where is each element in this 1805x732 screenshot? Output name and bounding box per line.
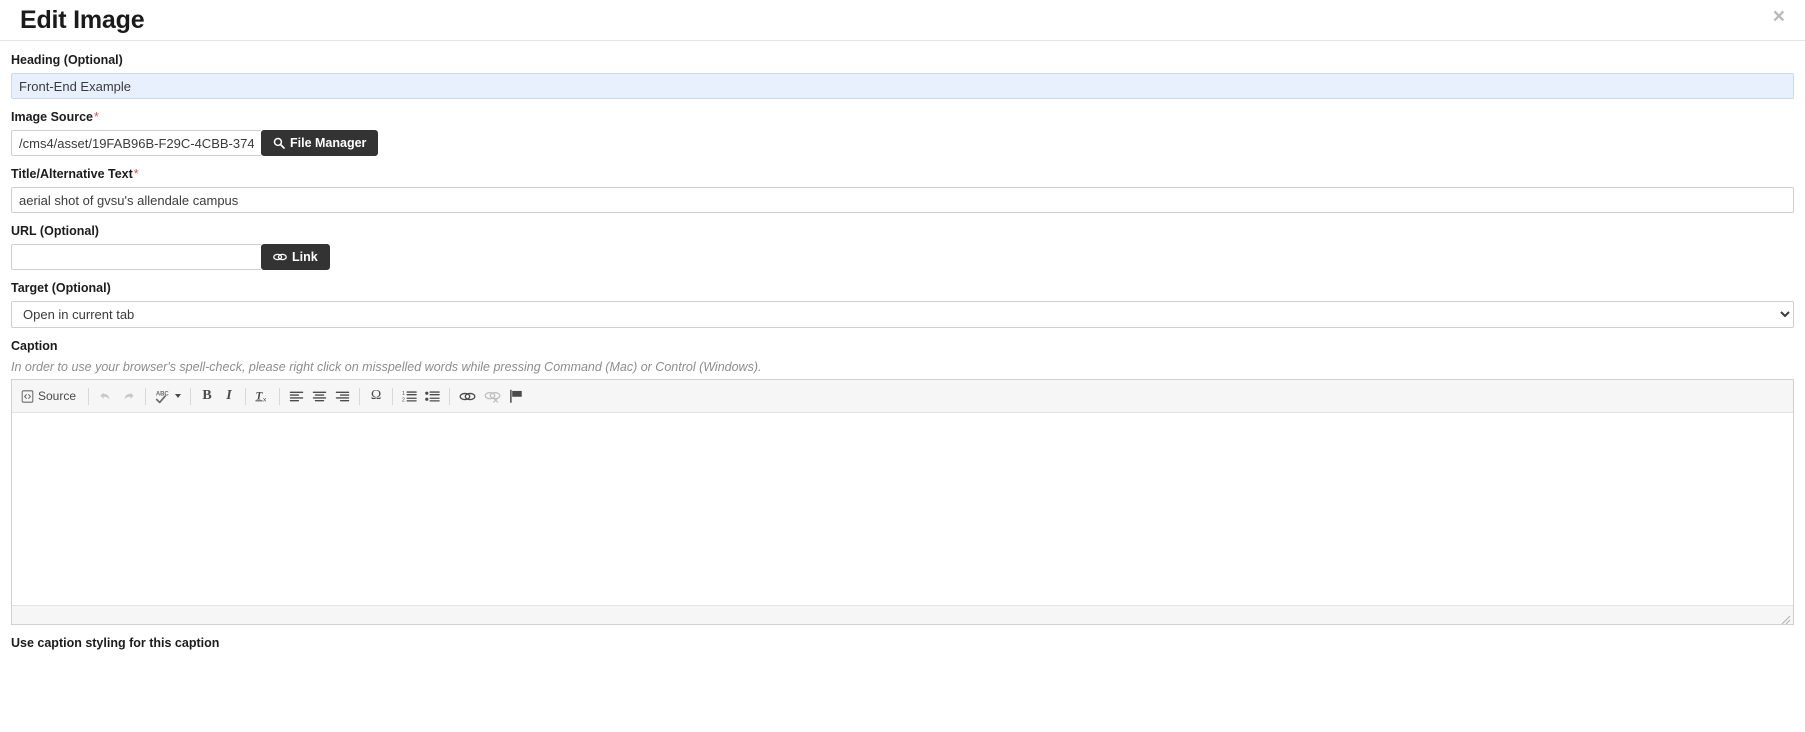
special-char-button[interactable]: Ω bbox=[365, 385, 387, 407]
image-source-label-text: Image Source bbox=[11, 110, 93, 124]
link-icon bbox=[273, 251, 287, 263]
svg-text:ABC: ABC bbox=[156, 391, 170, 397]
caption-help-text: In order to use your browser's spell-che… bbox=[11, 359, 1794, 375]
bulleted-list-icon bbox=[425, 389, 440, 403]
caption-editor-body[interactable] bbox=[12, 413, 1793, 605]
italic-button[interactable]: I bbox=[218, 385, 240, 407]
file-manager-button[interactable]: File Manager bbox=[261, 130, 378, 156]
toolbar-separator bbox=[392, 388, 393, 405]
dialog-body: Heading (Optional) Image Source* File Ma… bbox=[0, 41, 1805, 650]
toolbar-separator bbox=[449, 388, 450, 405]
bold-button[interactable]: B bbox=[196, 385, 218, 407]
heading-label: Heading (Optional) bbox=[11, 53, 1794, 68]
target-label: Target (Optional) bbox=[11, 281, 1794, 296]
source-button[interactable]: Source bbox=[16, 385, 83, 407]
toolbar-separator bbox=[359, 388, 360, 405]
undo-button[interactable] bbox=[94, 385, 117, 407]
spellcheck-button[interactable]: ABC bbox=[151, 385, 185, 407]
align-right-button[interactable] bbox=[331, 385, 354, 407]
toolbar-separator bbox=[145, 388, 146, 405]
close-icon[interactable]: × bbox=[1769, 4, 1789, 29]
svg-text:1: 1 bbox=[402, 391, 405, 397]
toolbar-separator bbox=[279, 388, 280, 405]
align-left-button[interactable] bbox=[285, 385, 308, 407]
image-source-input-group: File Manager bbox=[11, 130, 1794, 156]
bold-icon: B bbox=[202, 388, 211, 404]
dialog-header: Edit Image × bbox=[0, 0, 1805, 41]
toolbar-separator bbox=[88, 388, 89, 405]
italic-icon: I bbox=[226, 388, 231, 404]
target-field-group: Target (Optional) Open in current tab Op… bbox=[11, 281, 1794, 328]
flag-icon bbox=[509, 389, 524, 403]
heading-field-group: Heading (Optional) bbox=[11, 53, 1794, 99]
alt-text-label-text: Title/Alternative Text bbox=[11, 167, 133, 181]
page-title: Edit Image bbox=[20, 8, 144, 33]
chain-icon bbox=[459, 390, 476, 403]
toolbar-group-spellcheck: ABC bbox=[151, 385, 185, 407]
url-input-group: Link bbox=[11, 244, 1794, 270]
bulleted-list-button[interactable] bbox=[421, 385, 444, 407]
remove-format-button[interactable]: T x bbox=[251, 385, 274, 407]
alt-text-label: Title/Alternative Text* bbox=[11, 167, 1794, 182]
toolbar-separator bbox=[190, 388, 191, 405]
anchor-button[interactable] bbox=[505, 385, 528, 407]
editor-status-bar bbox=[12, 605, 1793, 624]
chevron-down-icon bbox=[175, 394, 181, 398]
align-right-icon bbox=[335, 390, 350, 403]
omega-icon: Ω bbox=[371, 389, 381, 403]
undo-icon bbox=[98, 389, 113, 404]
search-icon bbox=[273, 137, 285, 149]
caption-field-group: Caption In order to use your browser's s… bbox=[11, 339, 1794, 625]
redo-icon bbox=[121, 389, 136, 404]
toolbar-group-basic-styles: B I bbox=[196, 385, 240, 407]
toolbar-group-undo bbox=[94, 385, 140, 407]
caption-styling-label: Use caption styling for this caption bbox=[11, 636, 1794, 650]
editor-link-button[interactable] bbox=[455, 385, 480, 407]
resize-handle-icon[interactable] bbox=[1781, 612, 1791, 622]
caption-rich-text-editor: Source bbox=[11, 379, 1794, 625]
required-marker: * bbox=[133, 167, 139, 181]
editor-toolbar: Source bbox=[12, 380, 1793, 413]
redo-button[interactable] bbox=[117, 385, 140, 407]
align-center-icon bbox=[312, 390, 327, 403]
image-source-input[interactable] bbox=[11, 130, 261, 156]
file-manager-button-label: File Manager bbox=[290, 136, 366, 150]
toolbar-group-document: Source bbox=[16, 385, 83, 407]
source-button-label: Source bbox=[38, 389, 76, 403]
caption-label: Caption bbox=[11, 339, 1794, 354]
toolbar-group-lists: 1 2 bbox=[398, 385, 444, 407]
svg-text:2: 2 bbox=[402, 398, 405, 403]
required-marker: * bbox=[93, 110, 99, 124]
toolbar-group-special-char: Ω bbox=[365, 385, 387, 407]
toolbar-separator bbox=[245, 388, 246, 405]
url-field-group: URL (Optional) Link bbox=[11, 224, 1794, 270]
image-source-label: Image Source* bbox=[11, 110, 1794, 125]
heading-input[interactable] bbox=[11, 73, 1794, 99]
toolbar-group-align bbox=[285, 385, 354, 407]
link-button-label: Link bbox=[292, 250, 318, 264]
svg-text:x: x bbox=[263, 396, 267, 403]
unlink-icon bbox=[484, 390, 501, 403]
target-select[interactable]: Open in current tab Open in new tab bbox=[11, 301, 1794, 328]
alt-text-input[interactable] bbox=[11, 187, 1794, 213]
remove-format-icon: T x bbox=[255, 389, 270, 404]
edit-image-dialog: Edit Image × Heading (Optional) Image So… bbox=[0, 0, 1805, 732]
align-center-button[interactable] bbox=[308, 385, 331, 407]
align-left-icon bbox=[289, 390, 304, 403]
source-icon bbox=[21, 390, 34, 403]
abc-check-icon: ABC bbox=[155, 389, 172, 404]
numbered-list-icon: 1 2 bbox=[402, 389, 417, 403]
image-source-field-group: Image Source* File Manager bbox=[11, 110, 1794, 156]
url-label: URL (Optional) bbox=[11, 224, 1794, 239]
numbered-list-button[interactable]: 1 2 bbox=[398, 385, 421, 407]
toolbar-group-remove-format: T x bbox=[251, 385, 274, 407]
link-button[interactable]: Link bbox=[261, 244, 330, 270]
alt-text-field-group: Title/Alternative Text* bbox=[11, 167, 1794, 213]
unlink-button[interactable] bbox=[480, 385, 505, 407]
url-input[interactable] bbox=[11, 244, 261, 270]
toolbar-group-links bbox=[455, 385, 528, 407]
